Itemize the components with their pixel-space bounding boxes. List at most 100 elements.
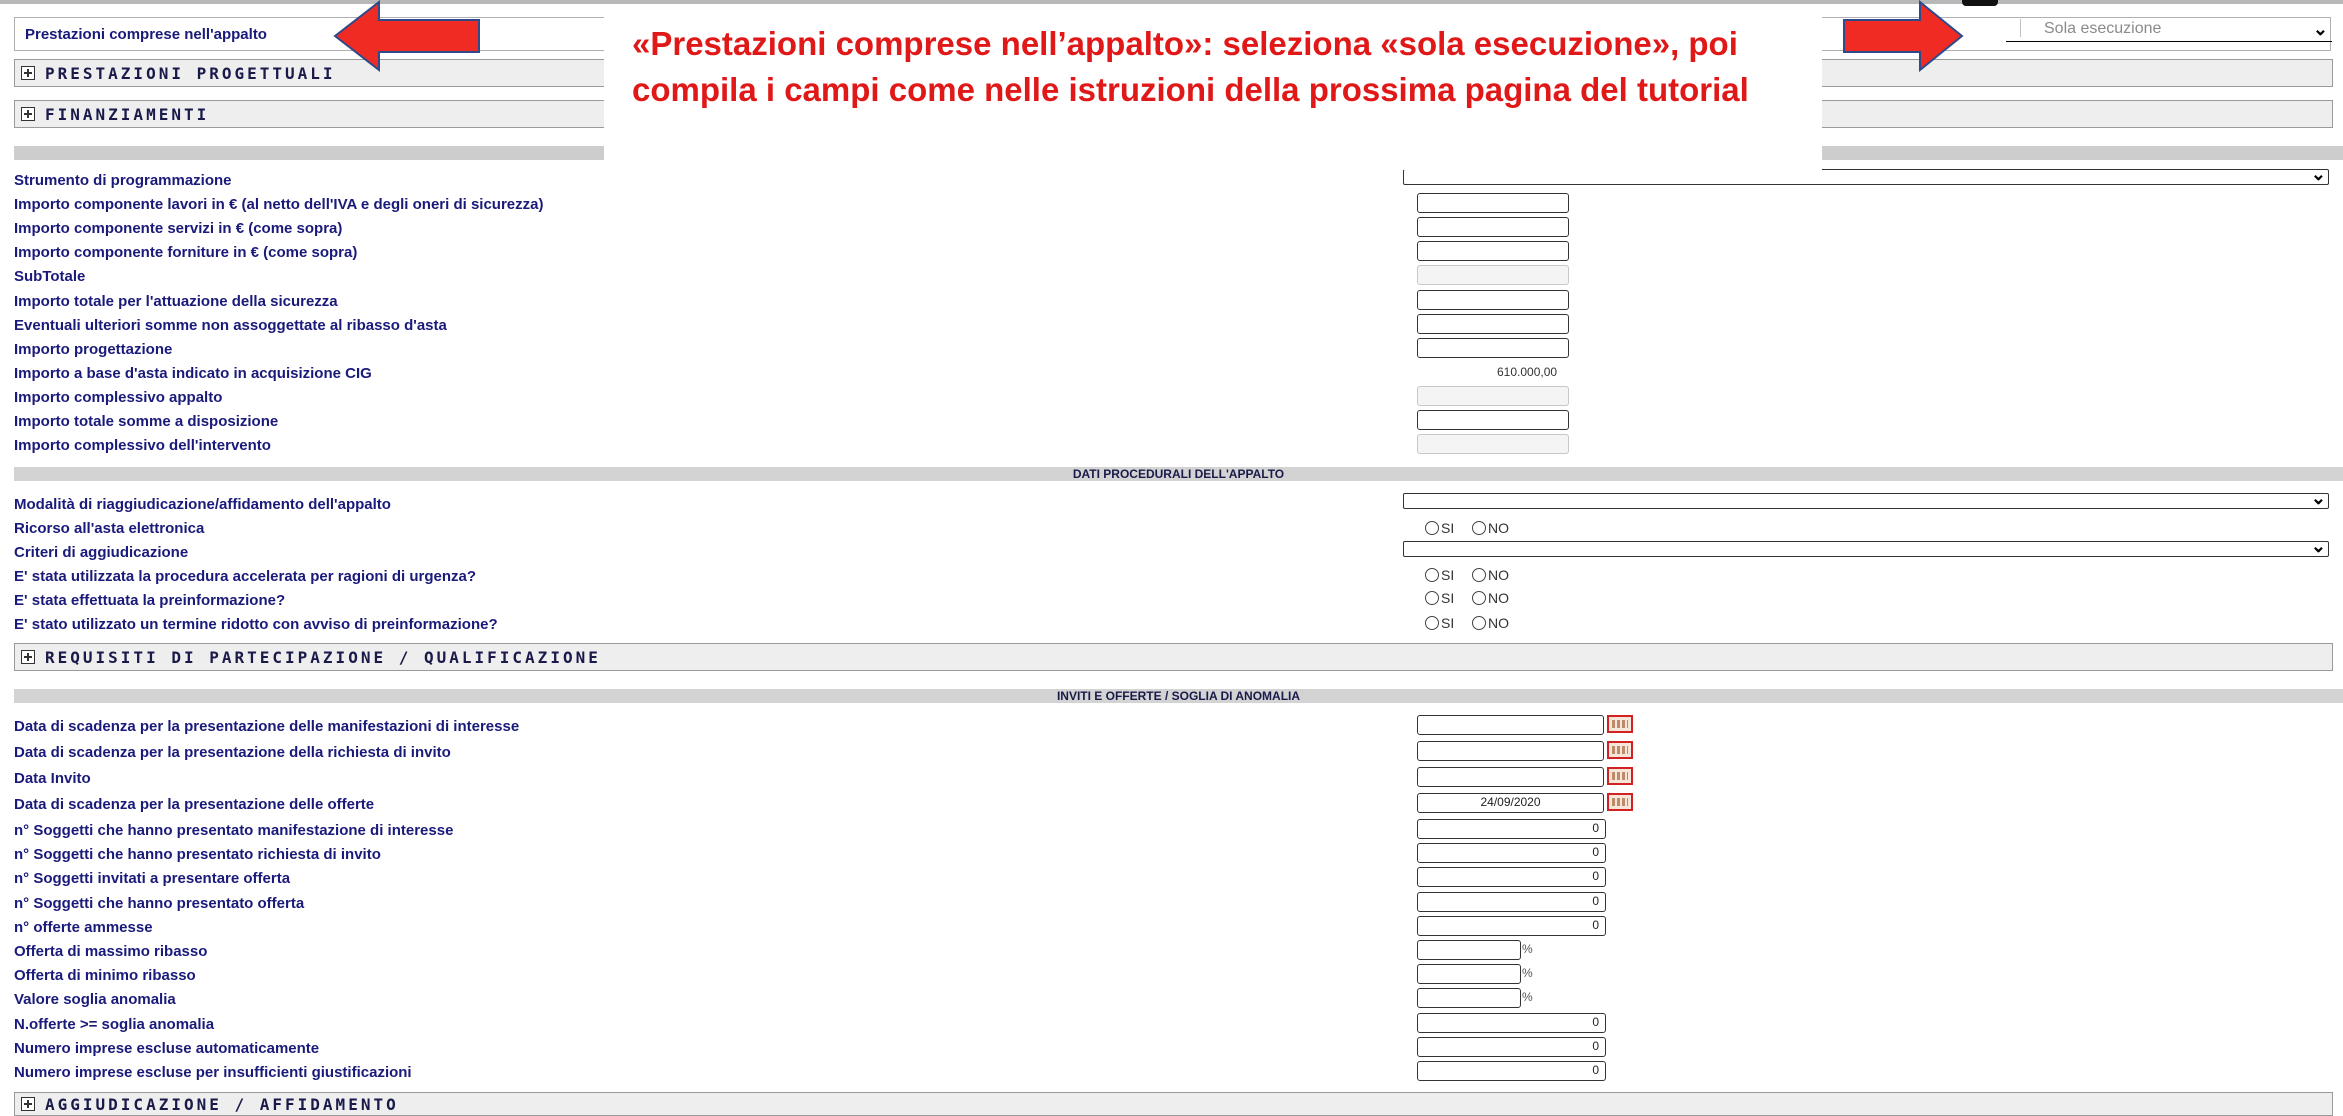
field-label: Data di scadenza per la presentazione de… (14, 744, 451, 761)
asta-no-radio[interactable]: NO (1472, 520, 1509, 536)
row-progettazione: Importo progettazione (14, 338, 2343, 360)
field-label: Importo progettazione (14, 341, 173, 358)
section-title: REQUISITI DI PARTECIPAZIONE / QUALIFICAZ… (45, 648, 601, 667)
radio-icon (1425, 568, 1439, 582)
field-label: Importo componente forniture in € (come … (14, 244, 358, 261)
field-value: 0 (1592, 869, 1599, 883)
radio-label: SI (1441, 615, 1455, 631)
section-requisiti[interactable]: REQUISITI DI PARTECIPAZIONE / QUALIFICAZ… (14, 643, 2333, 671)
progettazione-input[interactable] (1417, 338, 1569, 358)
field-label: n° Soggetti invitati a presentare offert… (14, 870, 291, 887)
window-control (1962, 0, 1998, 6)
field-label: E' stata utilizzata la procedura acceler… (14, 568, 477, 585)
expand-icon (21, 1097, 35, 1111)
field-label: Importo totale somme a disposizione (14, 413, 279, 430)
asta-si-radio[interactable]: SI (1425, 520, 1454, 536)
sicurezza-input[interactable] (1417, 290, 1569, 310)
field-value: 0 (1592, 821, 1599, 835)
chevron-down-icon: ⌄ (2312, 19, 2328, 39)
urgenza-no-radio[interactable]: NO (1472, 567, 1509, 583)
row-lavori: Importo componente lavori in € (al netto… (14, 193, 2343, 215)
field-label: SubTotale (14, 268, 86, 285)
n-soglia-input[interactable]: 0 (1417, 1013, 1606, 1033)
field-value: 0 (1592, 1039, 1599, 1053)
field-value: 0 (1592, 1015, 1599, 1029)
data-invito-input[interactable] (1417, 767, 1604, 787)
arrow-left-icon (333, 0, 480, 72)
row-sicurezza: Importo totale per l'attuazione della si… (14, 290, 2343, 312)
row-soglia: Valore soglia anomalia (14, 988, 2343, 1010)
field-label: Data di scadenza per la presentazione de… (14, 796, 375, 813)
field-label: n° Soggetti che hanno presentato richies… (14, 846, 381, 863)
field-label: Offerta di minimo ribasso (14, 967, 196, 984)
field-label: E' stato utilizzato un termine ridotto c… (14, 616, 498, 633)
row-min-ribasso: Offerta di minimo ribasso (14, 964, 2343, 986)
row-n-invitati: n° Soggetti invitati a presentare offert… (14, 867, 2343, 889)
soglia-input[interactable] (1417, 988, 1521, 1008)
n-richiesta-input[interactable]: 0 (1417, 843, 1606, 863)
field-label: Eventuali ulteriori somme non assoggetta… (14, 317, 447, 334)
termine-si-radio[interactable]: SI (1425, 615, 1454, 631)
field-label: Data di scadenza per la presentazione de… (14, 718, 520, 735)
criteri-select[interactable]: ⌄ (1403, 536, 2329, 557)
radio-label: SI (1441, 567, 1455, 583)
n-manifestazione-input[interactable]: 0 (1417, 819, 1606, 839)
field-label: Importo a base d'asta indicato in acquis… (14, 365, 372, 382)
calendar-icon[interactable] (1607, 741, 1633, 759)
row-urgenza: E' stata utilizzata la procedura acceler… (14, 565, 2343, 587)
row-n-soglia: N.offerte >= soglia anomalia (14, 1013, 2343, 1035)
escluse-auto-input[interactable]: 0 (1417, 1037, 1606, 1057)
somme-disposizione-input[interactable] (1417, 410, 1569, 430)
preinformazione-no-radio[interactable]: NO (1472, 590, 1509, 606)
strumento-select[interactable]: ⌄ (1403, 164, 2329, 185)
field-label: Numero imprese escluse automaticamente (14, 1040, 320, 1057)
band-dati-procedurali: DATI PROCEDURALI DELL'APPALTO (14, 467, 2343, 481)
field-label: Importo complessivo dell'intervento (14, 437, 271, 454)
expand-icon (21, 66, 35, 80)
radio-label: NO (1488, 520, 1509, 536)
band-inviti-offerte: INVITI E OFFERTE / SOGLIA DI ANOMALIA (14, 689, 2343, 703)
section-aggiudicazione[interactable]: AGGIUDICAZIONE / AFFIDAMENTO (14, 1092, 2333, 1116)
chevron-down-icon: ⌄ (2310, 164, 2326, 184)
prestazioni-select[interactable]: Sola esecuzione ⌄ (2006, 19, 2332, 42)
escluse-giust-input[interactable]: 0 (1417, 1061, 1606, 1081)
radio-label: NO (1488, 567, 1509, 583)
servizi-input[interactable] (1417, 217, 1569, 237)
row-forniture: Importo componente forniture in € (come … (14, 241, 2343, 263)
row-escluse-giust: Numero imprese escluse per insufficienti… (14, 1061, 2343, 1083)
urgenza-si-radio[interactable]: SI (1425, 567, 1454, 583)
lavori-input[interactable] (1417, 193, 1569, 213)
forniture-input[interactable] (1417, 241, 1569, 261)
select-edge (2020, 19, 2021, 37)
row-escluse-auto: Numero imprese escluse automaticamente (14, 1037, 2343, 1059)
chevron-down-icon: ⌄ (2310, 536, 2326, 556)
field-label: Strumento di programmazione (14, 172, 232, 189)
calendar-icon[interactable] (1607, 715, 1633, 733)
field-label: n° Soggetti che hanno presentato manifes… (14, 822, 454, 839)
n-offerta-input[interactable]: 0 (1417, 892, 1606, 912)
min-ribasso-input[interactable] (1417, 964, 1521, 984)
n-invitati-input[interactable]: 0 (1417, 867, 1606, 887)
base-asta-value: 610.000,00 (1497, 365, 1558, 379)
tutorial-callout: «Prestazioni comprese nell’appalto»: sel… (604, 7, 1822, 170)
calendar-icon[interactable] (1607, 767, 1633, 785)
termine-no-radio[interactable]: NO (1472, 615, 1509, 631)
field-label: Offerta di massimo ribasso (14, 943, 208, 960)
scad-manifestazioni-input[interactable] (1417, 715, 1604, 735)
row-n-ammesse: n° offerte ammesse (14, 916, 2343, 938)
calendar-icon[interactable] (1607, 793, 1633, 811)
field-label: Importo totale per l'attuazione della si… (14, 293, 338, 310)
n-ammesse-input[interactable]: 0 (1417, 916, 1606, 936)
radio-label: SI (1441, 590, 1455, 606)
row-scad-richiesta: Data di scadenza per la presentazione de… (14, 741, 2343, 763)
max-ribasso-input[interactable] (1417, 940, 1521, 960)
radio-icon (1425, 616, 1439, 630)
ulteriori-input[interactable] (1417, 314, 1569, 334)
modalita-select[interactable]: ⌄ (1403, 488, 2329, 509)
scad-offerte-input[interactable]: 24/09/2020 (1417, 793, 1604, 813)
row-preinformazione: E' stata effettuata la preinformazione? (14, 589, 2343, 611)
field-label: Valore soglia anomalia (14, 991, 176, 1008)
field-label: n° Soggetti che hanno presentato offerta (14, 895, 305, 912)
preinformazione-si-radio[interactable]: SI (1425, 590, 1454, 606)
scad-richiesta-input[interactable] (1417, 741, 1604, 761)
